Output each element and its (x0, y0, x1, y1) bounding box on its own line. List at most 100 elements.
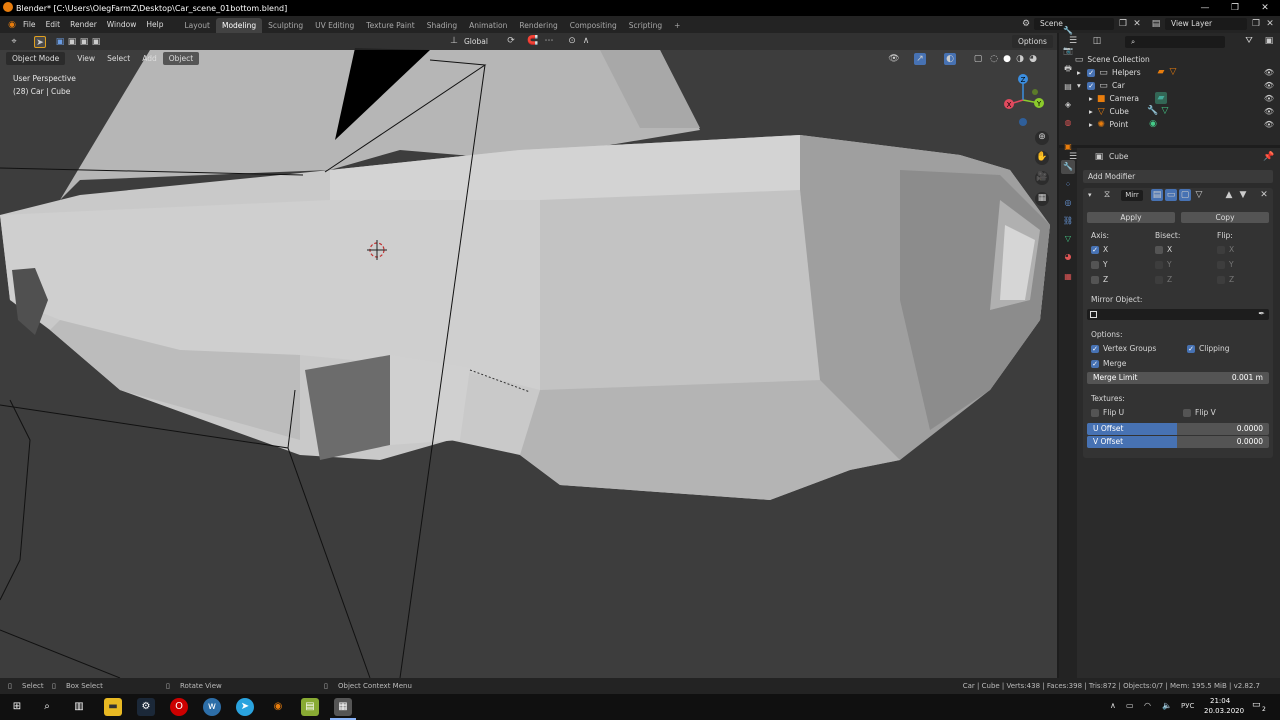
collapse-arrow-icon[interactable]: ▾ (1077, 81, 1081, 90)
new-collection-icon[interactable]: ▣ (1263, 35, 1275, 47)
tab-modeling[interactable]: Modeling (215, 17, 263, 33)
menu-add[interactable]: Add (136, 52, 163, 65)
merge-limit-slider[interactable]: Merge Limit 0.001 m (1087, 372, 1269, 384)
tab-object-icon[interactable]: ▣ (1061, 140, 1075, 154)
shading-solid-icon[interactable]: ● (1001, 53, 1013, 65)
proportional-falloff-icon[interactable]: ∧ (580, 35, 592, 47)
messenger-icon[interactable]: w (203, 698, 221, 716)
view-layer-selector[interactable]: View Layer (1165, 18, 1247, 30)
shading-rendered-icon[interactable]: ◕ (1027, 53, 1039, 65)
close-window-button[interactable]: ✕ (1250, 0, 1280, 16)
tree-item-point[interactable]: ▸ ✺ Point ◉ 👁 (1059, 118, 1280, 131)
archiver-icon[interactable]: ▤ (301, 698, 319, 716)
notifications-icon[interactable]: ▭ (1252, 700, 1261, 710)
realtime-icon[interactable]: ▭ (1165, 189, 1177, 201)
telegram-icon[interactable]: ➤ (236, 698, 254, 716)
tab-texture-icon[interactable]: ▦ (1061, 270, 1075, 284)
start-menu-icon[interactable]: ⊞ (8, 698, 26, 716)
pin-icon[interactable]: 📌 (1263, 151, 1275, 163)
search-icon[interactable]: ⌕ (38, 698, 56, 716)
blender-taskbar-icon[interactable]: ◉ (269, 698, 287, 716)
tab-world-icon[interactable]: ◍ (1061, 116, 1075, 130)
shading-material-icon[interactable]: ◑ (1014, 53, 1026, 65)
collapse-arrow-icon[interactable]: ▾ (1088, 191, 1092, 199)
tree-item-cube[interactable]: ▸ ▽ Cube 🔧 ▽ 👁 (1059, 105, 1280, 118)
tab-constraints-icon[interactable]: ⛓ (1061, 214, 1075, 228)
render-icon[interactable]: ▢ (1179, 189, 1191, 201)
move-down-icon[interactable]: ▼ (1237, 189, 1249, 201)
active-app-icon[interactable]: ▦ (334, 698, 352, 716)
new-view-layer-icon[interactable]: ❐ (1250, 18, 1262, 30)
blender-menu-icon[interactable]: ◉ (6, 19, 18, 31)
keyboard-language[interactable]: РУС (1181, 702, 1194, 710)
menu-edit[interactable]: Edit (41, 16, 66, 33)
exclude-checkbox[interactable]: ✓ (1087, 69, 1096, 77)
visibility-eye-icon[interactable]: 👁 (1264, 118, 1274, 131)
tab-uv-editing[interactable]: UV Editing (309, 18, 360, 33)
tab-sculpting[interactable]: Sculpting (262, 18, 309, 33)
tab-texture-paint[interactable]: Texture Paint (360, 18, 420, 33)
opera-browser-icon[interactable]: O (170, 698, 188, 716)
pan-hand-icon[interactable]: ✋ (1035, 151, 1049, 165)
merge-checkbox[interactable]: ✓ (1091, 360, 1099, 368)
delete-view-layer-icon[interactable]: ✕ (1264, 18, 1276, 30)
vertex-groups-checkbox[interactable]: ✓ (1091, 345, 1099, 353)
flip-z-checkbox[interactable] (1217, 276, 1225, 284)
tab-particles-icon[interactable]: ⁘ (1061, 178, 1075, 192)
tab-output-icon[interactable]: 🖶 (1061, 62, 1075, 76)
clipping-checkbox[interactable]: ✓ (1187, 345, 1195, 353)
tray-network-icon[interactable]: ▭ (1126, 701, 1134, 710)
expand-arrow-icon[interactable]: ▸ (1089, 120, 1093, 129)
mode-selector[interactable]: Object Mode (6, 52, 66, 65)
delete-scene-icon[interactable]: ✕ (1131, 18, 1143, 30)
tab-layout[interactable]: Layout (178, 18, 216, 33)
menu-select[interactable]: Select (101, 52, 136, 65)
outliner-search-input[interactable]: ⌕ (1125, 36, 1225, 48)
axis-z-checkbox[interactable] (1091, 276, 1099, 284)
visibility-eye-icon[interactable]: 👁 (1264, 105, 1274, 118)
tab-mesh-data-icon[interactable]: ▽ (1061, 232, 1075, 246)
tree-scene-collection[interactable]: ▭ Scene Collection (1059, 53, 1280, 66)
menu-window[interactable]: Window (102, 16, 142, 33)
gizmo-toggle-icon[interactable]: ↗ (914, 53, 926, 65)
tree-item-car[interactable]: ▾ ✓ ▭ Car 👁 (1059, 79, 1280, 92)
add-modifier-dropdown[interactable]: Add Modifier (1083, 170, 1273, 183)
editor-type-icon[interactable]: ⌖ (8, 36, 20, 48)
v-offset-slider[interactable]: V Offset 0.0000 (1087, 436, 1269, 448)
tab-shading[interactable]: Shading (421, 18, 463, 33)
bisect-y-checkbox[interactable] (1155, 261, 1163, 269)
eyedropper-icon[interactable]: ✒ (1258, 309, 1265, 318)
expand-arrow-icon[interactable]: ▸ (1089, 94, 1093, 103)
axis-x-checkbox[interactable]: ✓ (1091, 246, 1099, 254)
camera-view-icon[interactable]: 🎥 (1035, 171, 1049, 185)
display-mode-icon[interactable]: ◫ (1091, 35, 1103, 47)
menu-file[interactable]: File (18, 16, 41, 33)
filter-icon[interactable]: ⛛ (1243, 35, 1255, 47)
tab-modifiers-icon[interactable]: 🔧 (1061, 160, 1075, 174)
file-explorer-icon[interactable]: ▬ (104, 698, 122, 716)
expand-arrow-icon[interactable]: ▸ (1089, 107, 1093, 116)
new-scene-icon[interactable]: ❐ (1117, 18, 1129, 30)
pivot-point-icon[interactable]: ⟳ (505, 35, 517, 47)
tab-compositing[interactable]: Compositing (564, 18, 623, 33)
minimize-button[interactable]: — (1190, 0, 1220, 16)
mirror-object-field[interactable]: ✒ (1087, 309, 1269, 320)
navigation-gizmo[interactable]: Y Z X (998, 70, 1054, 128)
snap-target-icon[interactable]: ⋯ (543, 35, 555, 47)
exclude-checkbox[interactable]: ✓ (1087, 82, 1096, 90)
tray-volume-icon[interactable]: 🔈 (1162, 701, 1172, 710)
xray-icon[interactable]: ▢ (972, 53, 984, 65)
apply-button[interactable]: Apply (1087, 212, 1175, 223)
axis-y-checkbox[interactable] (1091, 261, 1099, 269)
menu-view[interactable]: View (71, 52, 101, 65)
select-mode-subtract-icon[interactable]: ▣ (78, 36, 90, 48)
remove-modifier-icon[interactable]: ✕ (1258, 189, 1270, 201)
tree-item-helpers[interactable]: ▸ ✓ ▭ Helpers ▰ ▽ 👁 (1059, 66, 1280, 79)
steam-icon[interactable]: ⚙ (137, 698, 155, 716)
edit-mode-icon[interactable]: ▤ (1151, 189, 1163, 201)
options-dropdown[interactable]: Options (1012, 35, 1053, 48)
tab-scripting[interactable]: Scripting (623, 18, 668, 33)
tray-wifi-icon[interactable]: ◠ (1144, 701, 1151, 710)
flip-y-checkbox[interactable] (1217, 261, 1225, 269)
tab-rendering[interactable]: Rendering (513, 18, 563, 33)
